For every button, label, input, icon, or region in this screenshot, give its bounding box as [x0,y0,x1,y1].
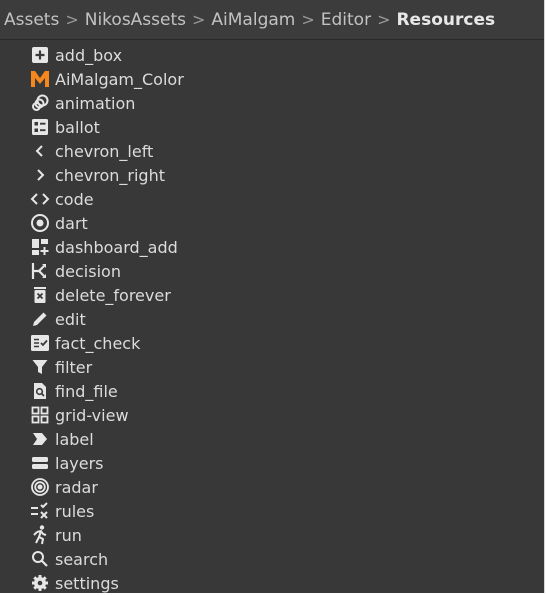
search-icon [30,549,50,569]
asset-item-add-box[interactable]: add_box [0,43,544,67]
asset-item-label: search [55,549,109,569]
asset-item-label: layers [55,453,104,473]
chevron-left-icon [30,141,50,161]
asset-item-label: find_file [55,381,118,401]
asset-item-animation[interactable]: animation [0,91,544,115]
code-icon [30,189,50,209]
asset-item-label: edit [55,309,86,329]
layers-icon [30,453,50,473]
settings-icon [30,573,50,593]
asset-item-label: decision [55,261,121,281]
asset-item-label: code [55,189,94,209]
asset-item-label: settings [55,573,119,593]
chevron-right-icon [30,165,50,185]
asset-item-label: run [55,525,82,545]
asset-item-label: radar [55,477,98,497]
asset-item-settings[interactable]: settings [0,571,544,595]
asset-item-layers[interactable]: layers [0,451,544,475]
breadcrumb-nikosassets[interactable]: NikosAssets [85,10,186,30]
rules-icon [30,501,50,521]
asset-item-dart[interactable]: dart [0,211,544,235]
asset-item-filter[interactable]: filter [0,355,544,379]
asset-item-fact-check[interactable]: fact_check [0,331,544,355]
breadcrumb-separator: > [301,10,315,29]
asset-item-aimalgam-color[interactable]: AiMalgam_Color [0,67,544,91]
asset-item-label: dashboard_add [55,237,178,257]
breadcrumb-separator: > [377,10,391,29]
fact-check-icon [30,333,50,353]
breadcrumb-separator: > [192,10,206,29]
asset-item-label: ballot [55,117,100,137]
edit-icon [30,309,50,329]
animation-icon [30,93,50,113]
asset-list: add_box AiMalgam_Color animation ballot [0,43,544,595]
asset-item-label: animation [55,93,136,113]
asset-item-label: add_box [55,45,123,65]
ballot-icon [30,117,50,137]
run-icon [30,525,50,545]
delete-forever-icon [30,285,50,305]
find-file-icon [30,381,50,401]
dashboard-add-icon [30,237,50,257]
radar-icon [30,477,50,497]
asset-item-chevron-right[interactable]: chevron_right [0,163,544,187]
asset-item-decision[interactable]: decision [0,259,544,283]
breadcrumb-aimalgam[interactable]: AiMalgam [211,10,295,30]
asset-item-grid-view[interactable]: grid-view [0,403,544,427]
asset-item-search[interactable]: search [0,547,544,571]
breadcrumb: Assets > NikosAssets > AiMalgam > Editor… [0,0,544,40]
label-icon [30,429,50,449]
breadcrumb-assets[interactable]: Assets [4,10,59,30]
asset-item-run[interactable]: run [0,523,544,547]
asset-item-delete-forever[interactable]: delete_forever [0,283,544,307]
asset-item-label: delete_forever [55,285,171,305]
decision-icon [30,261,50,281]
asset-item-dashboard-add[interactable]: dashboard_add [0,235,544,259]
asset-item-label: rules [55,501,95,521]
asset-item-label: dart [55,213,88,233]
grid-view-icon [30,405,50,425]
asset-item-chevron-left[interactable]: chevron_left [0,139,544,163]
asset-item-label: label [55,429,94,449]
asset-item-find-file[interactable]: find_file [0,379,544,403]
filter-icon [30,357,50,377]
asset-item-ballot[interactable]: ballot [0,115,544,139]
dart-icon [30,213,50,233]
asset-item-edit[interactable]: edit [0,307,544,331]
asset-item-label: chevron_left [55,141,154,161]
asset-item-rules[interactable]: rules [0,499,544,523]
aimalgam-logo-icon [30,69,50,89]
asset-item-code[interactable]: code [0,187,544,211]
project-panel: Assets > NikosAssets > AiMalgam > Editor… [0,0,545,593]
asset-item-label: grid-view [55,405,129,425]
asset-item-radar[interactable]: radar [0,475,544,499]
breadcrumb-separator: > [65,10,79,29]
breadcrumb-editor[interactable]: Editor [321,10,371,30]
asset-item-label: chevron_right [55,165,165,185]
asset-item-label: fact_check [55,333,141,353]
add-box-icon [30,45,50,65]
asset-item-label-tag[interactable]: label [0,427,544,451]
asset-item-label: AiMalgam_Color [55,69,184,89]
breadcrumb-resources[interactable]: Resources [396,10,495,30]
asset-item-label: filter [55,357,93,377]
